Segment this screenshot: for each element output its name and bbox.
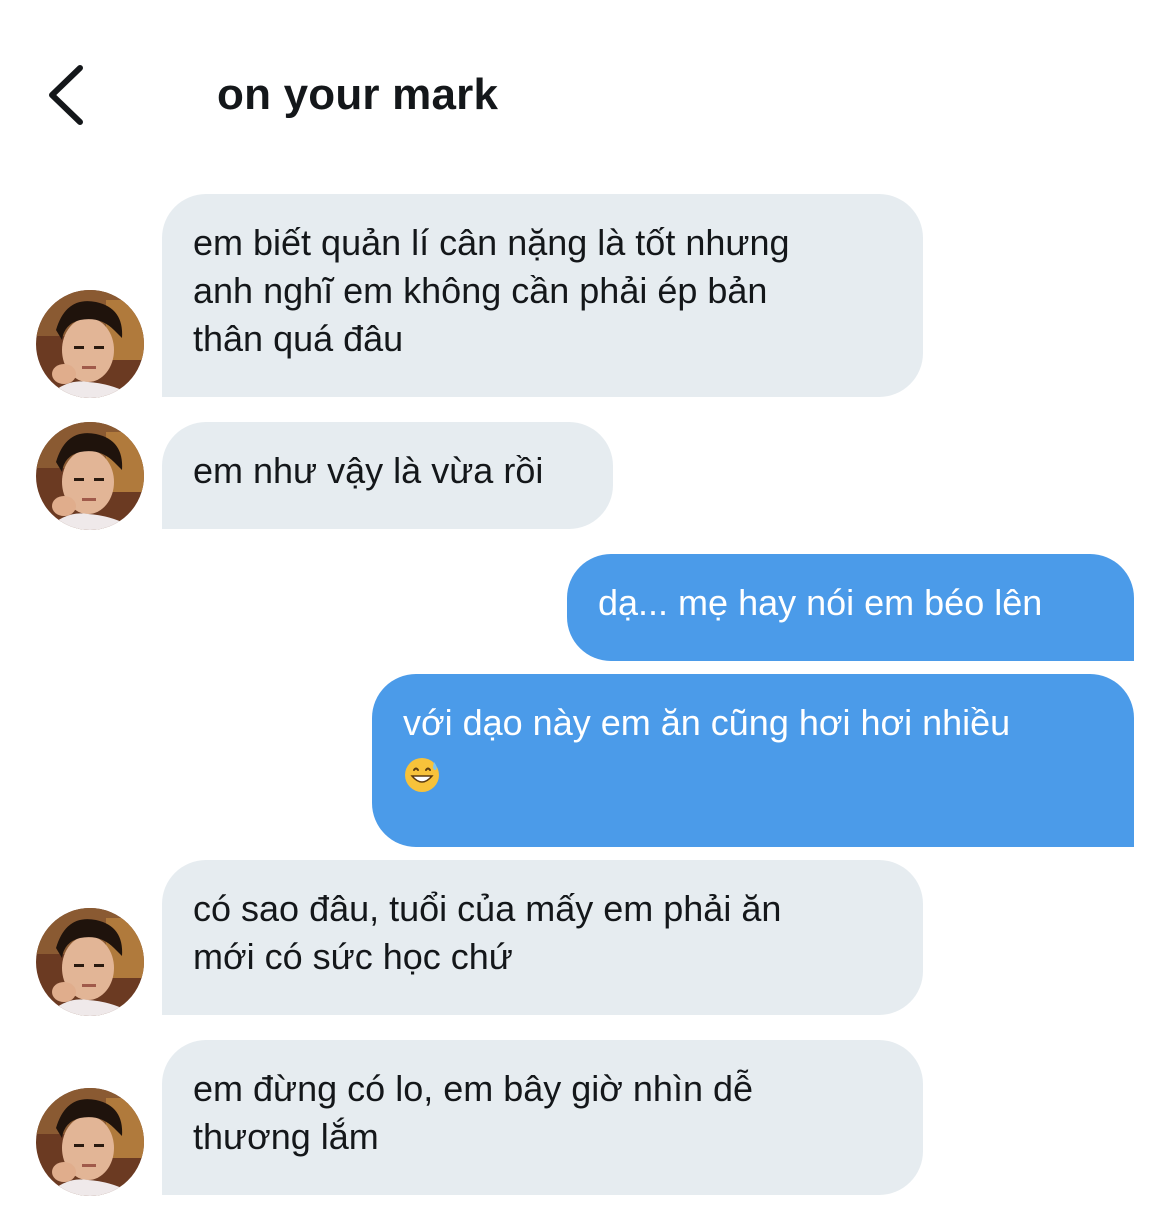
message-bubble-received[interactable]: có sao đâu, tuổi của mấy em phải ăn mới …	[162, 860, 923, 1015]
message-bubble-sent[interactable]: với dạo này em ăn cũng hơi hơi nhiều	[372, 674, 1134, 847]
message-line: anh nghĩ em không cần phải ép bản	[193, 270, 768, 311]
message-bubble-sent[interactable]: dạ... mẹ hay nói em béo lên	[567, 554, 1134, 661]
message-line: em như vậy là vừa rồi	[193, 450, 544, 491]
message-line: có sao đâu, tuổi của mấy em phải ăn	[193, 888, 782, 929]
message-bubble-received[interactable]: em đừng có lo, em bây giờ nhìn dễ thương…	[162, 1040, 923, 1195]
avatar[interactable]	[36, 908, 144, 1016]
conversation-title: on your mark	[217, 70, 499, 119]
chevron-left-icon	[40, 62, 92, 128]
back-button[interactable]	[40, 62, 92, 128]
conversation-header: on your mark	[0, 0, 1169, 170]
message-line: dạ... mẹ hay nói em béo lên	[598, 582, 1043, 623]
avatar[interactable]	[36, 1088, 144, 1196]
grinning-face-with-sweat-emoji	[403, 756, 441, 794]
avatar[interactable]	[36, 290, 144, 398]
avatar[interactable]	[36, 422, 144, 530]
message-bubble-received[interactable]: em như vậy là vừa rồi	[162, 422, 613, 529]
message-line: với dạo này em ăn cũng hơi hơi nhiều	[403, 702, 1011, 743]
message-line: thân quá đâu	[193, 318, 404, 359]
message-bubble-received[interactable]: em biết quản lí cân nặng là tốt nhưng an…	[162, 194, 923, 397]
message-line: em đừng có lo, em bây giờ nhìn dễ	[193, 1068, 754, 1109]
message-line: em biết quản lí cân nặng là tốt nhưng	[193, 222, 790, 263]
message-line: thương lắm	[193, 1116, 379, 1157]
message-line: mới có sức học chứ	[193, 936, 513, 977]
